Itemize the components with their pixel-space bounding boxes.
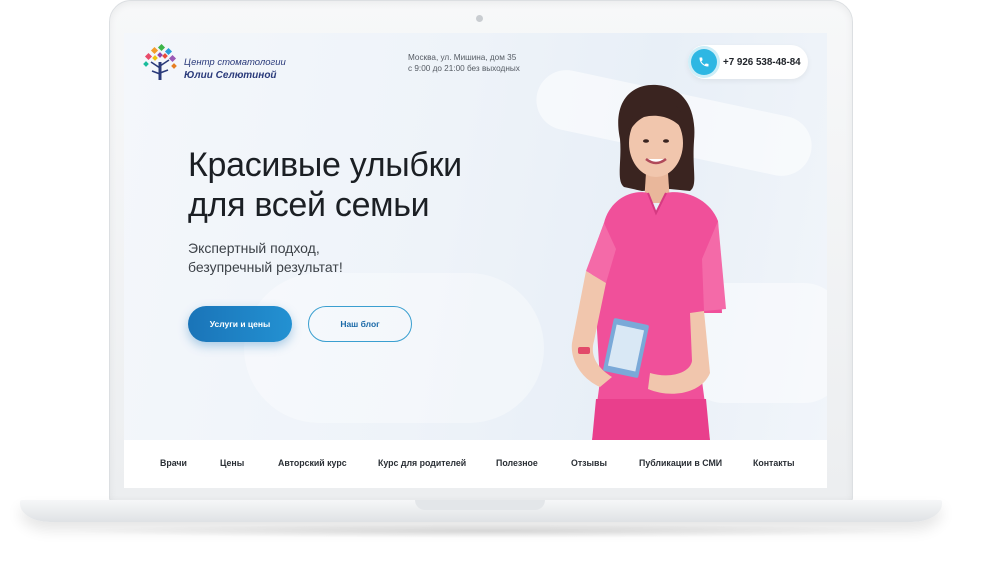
hero-subtitle-line: Экспертный подход, — [188, 240, 320, 256]
address-block: Москва, ул. Мишина, дом 35 с 9:00 до 21:… — [408, 52, 520, 74]
tree-logo-icon — [143, 44, 177, 80]
address-line: Москва, ул. Мишина, дом 35 — [408, 53, 517, 62]
blog-button[interactable]: Наш блог — [308, 306, 412, 342]
nav-item-contacts[interactable]: Контакты — [753, 458, 794, 468]
laptop-screen: Центр стоматологии Юлии Селютиной Москва… — [124, 33, 827, 488]
hero-section: Центр стоматологии Юлии Селютиной Москва… — [124, 33, 827, 440]
laptop-notch — [415, 500, 545, 510]
logo-line2: Юлии Селютиной — [184, 70, 277, 81]
hero-subtitle-line: безупречный результат! — [188, 259, 343, 275]
phone-number[interactable]: +7 926 538-48-84 — [723, 57, 801, 68]
nav-item-author-course[interactable]: Авторский курс — [278, 458, 347, 468]
phone-link[interactable]: +7 926 538-48-84 — [688, 45, 808, 79]
nav-item-doctors[interactable]: Врачи — [160, 458, 187, 468]
nav-item-useful[interactable]: Полезное — [496, 458, 538, 468]
nav-item-prices[interactable]: Цены — [220, 458, 244, 468]
hero-title: Красивые улыбки для всей семьи — [188, 145, 462, 225]
logo-line1: Центр стоматологии — [184, 57, 286, 68]
nav-item-reviews[interactable]: Отзывы — [571, 458, 607, 468]
camera-icon — [476, 15, 483, 22]
hours-line: с 9:00 до 21:00 без выходных — [408, 64, 520, 73]
nav-item-parents-course[interactable]: Курс для родителей — [378, 458, 466, 468]
doctor-photo — [571, 84, 726, 440]
hero-bg-shape — [244, 273, 544, 423]
main-nav: Врачи Цены Авторский курс Курс для родит… — [124, 440, 827, 488]
laptop-shadow — [60, 524, 922, 538]
hero-subtitle: Экспертный подход, безупречный результат… — [188, 239, 343, 277]
phone-glyph — [699, 57, 709, 67]
services-prices-button[interactable]: Услуги и цены — [188, 306, 292, 342]
nav-item-media[interactable]: Публикации в СМИ — [639, 458, 722, 468]
logo[interactable]: Центр стоматологии Юлии Селютиной — [142, 44, 292, 84]
hero-title-line: Красивые улыбки — [188, 146, 462, 184]
hero-title-line: для всей семьи — [188, 186, 430, 224]
phone-icon — [691, 49, 717, 75]
